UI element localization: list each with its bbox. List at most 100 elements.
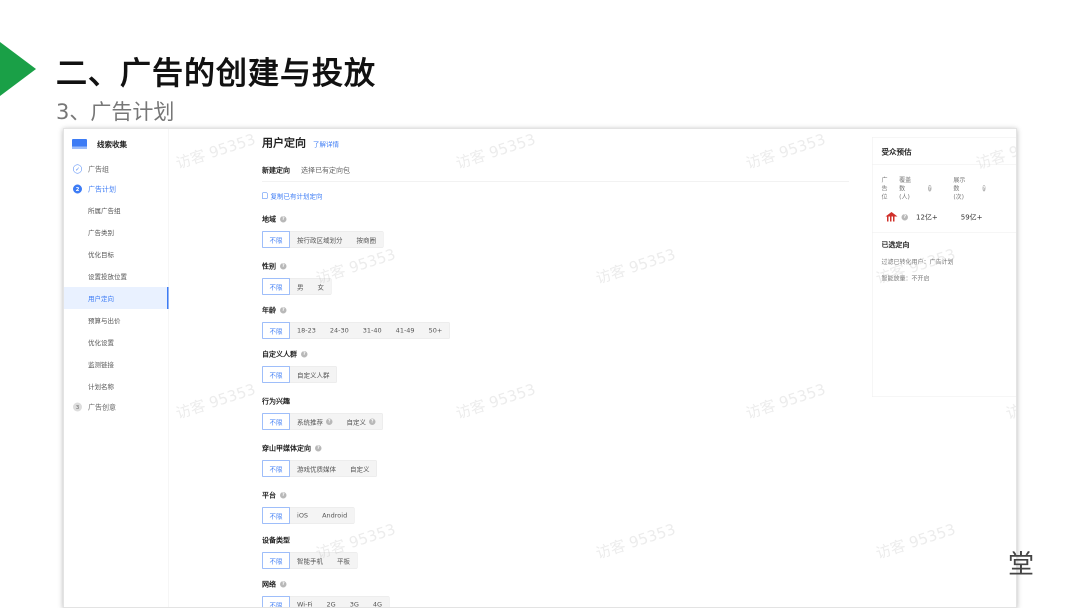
watermark: 访客 95353 [873, 520, 958, 563]
help-icon[interactable]: ? [901, 213, 908, 221]
help-icon[interactable]: ? [928, 185, 932, 192]
option-unlimited[interactable]: 不限 [262, 322, 291, 339]
watermark: 访客 95353 [593, 520, 678, 563]
tab-existing-package[interactable]: 选择已有定向包 [301, 165, 350, 175]
col-placement: 广告位 [881, 176, 888, 201]
check-icon: ✓ [73, 164, 82, 174]
step-label: 广告组 [88, 165, 109, 174]
step-ad-group[interactable]: ✓ 广告组 [64, 159, 169, 179]
option-button[interactable]: Android [315, 508, 354, 524]
help-icon[interactable]: ? [280, 262, 287, 270]
audience-estimate-panel: 受众预估 广告位 覆盖数(人)? 展示数(次)? ? 12亿+ 59亿+ 已选定… [872, 137, 1017, 397]
targeting-field: 性别? 不限男女 [262, 261, 332, 295]
col-impressions: 展示数(次)? [953, 176, 986, 201]
option-button[interactable]: 自定义 [343, 461, 377, 477]
watermark: 访客 95353 [593, 245, 678, 288]
step-ad-plan[interactable]: 2 广告计划 [64, 179, 169, 199]
targeting-field: 穿山甲媒体定向? 不限 游戏优质媒体 自定义 [262, 443, 378, 477]
section-title: 用户定向 [262, 137, 307, 150]
ad-platform-screenshot: 线索收集 ✓ 广告组 2 广告计划 所属广告组 广告类别 优化目标 设置投放位置… [63, 128, 1017, 608]
option-button[interactable]: 3G [343, 597, 366, 607]
help-icon[interactable]: ? [301, 350, 308, 358]
coverage-value: 12亿+ [916, 213, 938, 222]
option-unlimited[interactable]: 不限 [262, 507, 291, 524]
option-group: 不限 按行政区域划分 按商圈 [262, 231, 384, 248]
sidebar-item-optimization[interactable]: 优化设置 [64, 331, 169, 353]
panel-divider [872, 232, 1016, 233]
option-unlimited[interactable]: 不限 [262, 231, 291, 248]
option-group: 不限 系统推荐? 自定义? [262, 413, 384, 430]
impressions-value: 59亿+ [960, 213, 983, 222]
sidebar-item-ad-group[interactable]: 所属广告组 [64, 199, 169, 221]
field-label: 行为兴趣 [262, 397, 290, 406]
option-button[interactable]: 系统推荐? [290, 414, 340, 430]
sidebar-item-plan-name[interactable]: 计划名称 [64, 375, 169, 397]
option-button[interactable]: 按商圈 [350, 232, 384, 248]
option-unlimited[interactable]: 不限 [262, 552, 291, 569]
help-icon[interactable]: ? [326, 418, 333, 425]
step-ad-creative[interactable]: 3 广告创意 [64, 397, 169, 417]
option-button[interactable]: 女 [311, 279, 332, 295]
help-icon[interactable]: ? [280, 306, 287, 314]
option-button[interactable]: 自定义? [340, 414, 383, 430]
sidebar-header[interactable]: 线索收集 [64, 129, 169, 159]
option-button[interactable]: 按行政区域划分 [290, 232, 350, 248]
option-button[interactable]: 平板 [330, 553, 357, 569]
estimate-row: ? 12亿+ 59亿+ [873, 212, 1017, 222]
sidebar-item-optimization-goal[interactable]: 优化目标 [64, 243, 169, 265]
tab-new-targeting[interactable]: 新建定向 [262, 165, 290, 175]
option-unlimited[interactable]: 不限 [262, 413, 291, 430]
sidebar-item-targeting[interactable]: 用户定向 [64, 287, 169, 309]
option-group: 不限 智能手机 平板 [262, 552, 358, 569]
sidebar-item-placement[interactable]: 设置投放位置 [64, 265, 169, 287]
step-number-icon: 3 [73, 402, 82, 412]
field-label: 网络? [262, 580, 287, 589]
option-unlimited[interactable]: 不限 [262, 278, 291, 295]
help-icon[interactable]: ? [369, 418, 376, 425]
option-button[interactable]: 4G [366, 597, 389, 607]
filter-converted-info: 过滤已转化用户：广告计划 [881, 258, 954, 266]
option-button[interactable]: 24-30 [323, 323, 356, 339]
option-unlimited[interactable]: 不限 [262, 596, 291, 607]
option-button[interactable]: 男 [290, 279, 311, 295]
copy-link-label: 复制已有计划定向 [270, 193, 323, 201]
sidebar-item-ad-category[interactable]: 广告类别 [64, 221, 169, 243]
help-icon[interactable]: ? [280, 215, 287, 223]
step-label: 广告计划 [88, 185, 116, 194]
sidebar-header-label: 线索收集 [97, 139, 128, 149]
option-button[interactable]: 31-40 [356, 323, 389, 339]
targeting-field: 网络? 不限 Wi-Fi 2G 3G 4G [262, 579, 390, 607]
option-button[interactable]: 游戏优质媒体 [290, 461, 343, 477]
option-button[interactable]: 18-23 [290, 323, 323, 339]
option-button[interactable]: 41-49 [389, 323, 422, 339]
copy-icon [262, 192, 268, 199]
targeting-field: 年龄? 不限 18-23 24-30 31-40 41-49 50+ [262, 305, 450, 339]
help-icon[interactable]: ? [315, 444, 322, 452]
option-button[interactable]: iOS [290, 508, 315, 524]
help-icon[interactable]: ? [280, 580, 287, 588]
field-label: 自定义人群? [262, 350, 308, 359]
copy-targeting-link[interactable]: 复制已有计划定向 [262, 191, 323, 201]
option-unlimited[interactable]: 不限 [262, 460, 291, 477]
option-unlimited[interactable]: 不限 [262, 366, 291, 383]
option-button[interactable]: Wi-Fi [290, 597, 320, 607]
slide-title: 二、广告的创建与投放 [56, 56, 376, 92]
field-label: 性别? [262, 262, 287, 271]
sidebar-item-budget[interactable]: 预算与出价 [64, 309, 169, 331]
watermark: 访客 95353 [173, 130, 258, 173]
field-label: 设备类型 [262, 536, 290, 545]
option-button[interactable]: 智能手机 [290, 553, 330, 569]
help-icon[interactable]: ? [982, 185, 986, 192]
option-button[interactable]: 自定义人群 [290, 367, 337, 383]
sidebar-item-tracking[interactable]: 监测链接 [64, 353, 169, 375]
green-arrow-icon [0, 42, 36, 96]
targeting-tabs: 新建定向 选择已有定向包 [262, 165, 849, 182]
panel-title: 受众预估 [872, 138, 1016, 165]
option-group: 不限 游戏优质媒体 自定义 [262, 460, 378, 477]
option-button[interactable]: 50+ [422, 323, 450, 339]
learn-more-link[interactable]: 了解详情 [313, 139, 339, 149]
col-coverage: 覆盖数(人)? [899, 176, 932, 201]
help-icon[interactable]: ? [280, 491, 287, 499]
lead-collect-icon [72, 139, 87, 149]
option-button[interactable]: 2G [320, 597, 343, 607]
